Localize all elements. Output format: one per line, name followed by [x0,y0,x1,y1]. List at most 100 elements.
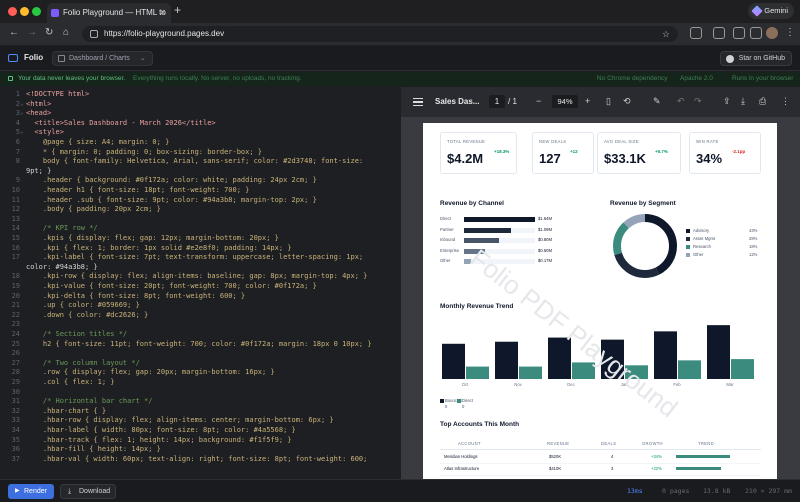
minimize-window-icon[interactable] [20,7,29,16]
bar [601,339,624,379]
hbar-label: Partner [440,226,454,232]
home-icon[interactable]: ⌂ [63,27,69,38]
kpi-delta: +5.7% [655,149,668,154]
fold-chevron-icon[interactable]: ⌄ [20,128,24,135]
browser-tab-bar: Folio Playground — HTML to ✕ + Gemini [0,0,800,23]
code-line: .up { color: #059669; } [26,301,140,310]
browser-menu-icon[interactable]: ⋮ [785,27,795,38]
fold-chevron-icon[interactable]: ⌄ [20,109,24,116]
line-number: 15 [11,234,20,242]
table-cell-revenue: $410K [549,466,562,471]
redo-icon[interactable]: ↷ [694,96,702,107]
line-number: 19 [11,282,20,290]
code-line: <head> [26,109,52,118]
page-number-input[interactable]: 1 [489,95,505,108]
browser-tab[interactable]: Folio Playground — HTML to ✕ [47,3,171,23]
save-icon[interactable]: ⇪ [723,96,731,107]
profile-avatar[interactable] [766,27,778,39]
line-number: 10 [11,186,20,194]
kpi-card: TOTAL REVENUE $4.2M +18.3% [440,132,517,174]
line-number: 34 [11,426,20,434]
table-header: TREND [698,441,714,446]
x-tick-label: Mar [726,382,734,387]
code-line: .hbar-fill { height: 14px; } [26,445,161,454]
cast-icon[interactable] [750,27,762,39]
line-number: 29 [11,378,20,386]
download-button[interactable]: Download [60,484,116,499]
table-cell-account: Meridian Holdings [444,454,478,459]
line-number: 16 [11,243,20,252]
kpi-label: WIN RATE [696,139,719,144]
tab-close-icon[interactable]: ✕ [159,3,166,23]
close-window-icon[interactable] [8,7,17,16]
table-divider [440,475,761,476]
tab-search-icon[interactable] [713,27,725,39]
hbar-fill [464,248,486,254]
privacy-primary: Your data never leaves your browser. [18,75,126,82]
hbar-value: $1.64M [538,216,552,221]
hbar-fill [464,217,535,222]
legend-value: 0 [445,404,448,409]
more-options-icon[interactable]: ⋮ [781,96,790,107]
privacy-badge: No Chrome dependency [597,75,668,82]
star-on-github-button[interactable]: Star on GitHub [719,51,792,66]
code-line: .header .sub { font-size: 9pt; color: #9… [26,195,317,204]
privacy-badge: Runs in your browser [732,75,794,82]
sidebar-toggle-icon[interactable] [413,98,423,106]
zoom-level[interactable]: 94% [552,95,578,108]
reload-icon[interactable]: ↻ [45,27,53,38]
forward-icon[interactable]: → [27,27,37,38]
github-button-label: Star on GitHub [738,55,785,62]
code-line: .kpi-row { display: flex; align-items: b… [26,272,368,281]
extensions-icon[interactable] [690,27,702,39]
line-number: 8 [15,157,20,166]
kpi-delta: -2.1pp [732,149,746,154]
print-icon[interactable]: ⎙ [759,96,766,107]
bookmark-star-icon[interactable]: ☆ [662,26,670,42]
url-field[interactable]: https://folio-playground.pages.dev ☆ [82,26,678,42]
line-number: 31 [11,397,20,406]
legend-label: Direct [462,398,473,403]
bottom-bar: Render Download 13ms 0 pages 13.8 kB 210… [0,479,800,502]
undo-icon[interactable]: ↶ [677,96,685,107]
annotate-icon[interactable]: ✎ [653,96,661,107]
fit-page-icon[interactable]: ▯ [606,96,611,107]
code-line: body { font-family: Helvetica, Arial, sa… [26,157,364,166]
site-info-icon[interactable] [90,30,98,38]
download-icon[interactable]: ⤓ [741,96,745,107]
hbar-track [464,259,535,264]
bar [548,337,571,379]
pdf-viewer[interactable]: TOTAL REVENUE $4.2M +18.3% NEW DEALS 127… [401,117,800,479]
code-line: .header { background: #0f172a; color: wh… [26,176,317,185]
table-header: GROWTH [642,441,663,446]
fold-chevron-icon[interactable]: ⌄ [20,100,24,107]
kpi-label: AVG DEAL SIZE [604,139,639,144]
code-line: .kpi-value { font-size: 20pt; font-weigh… [26,282,317,290]
line-number: 33 [11,416,20,425]
code-editor[interactable]: 1 <!DOCTYPE html> 2 ⌄ <html> 3 ⌄ <head> 4 <title… [0,87,400,479]
rotate-icon[interactable]: ⟲ [623,96,631,107]
section-title: Top Accounts This Month [440,421,520,428]
legend-label: Asset Mgmt [693,236,716,241]
code-line: <!DOCTYPE html> [26,90,90,98]
new-tab-icon[interactable]: + [174,3,181,17]
breadcrumb-selector[interactable]: Dashboard / Charts ⌄ [52,51,153,66]
maximize-window-icon[interactable] [32,7,41,16]
line-number: 2 [15,99,20,108]
zoom-out-icon[interactable]: − [536,96,541,106]
hbar-label: Direct [440,216,451,221]
zoom-in-icon[interactable]: + [585,96,590,106]
legend-pct: 18% [749,244,758,249]
back-icon[interactable]: ← [9,27,19,38]
page-count: 0 pages [662,487,690,495]
downloads-icon[interactable] [733,27,745,39]
render-button[interactable]: Render [8,484,54,499]
bar [625,365,648,379]
hbar-value: $1.09M [538,226,552,232]
x-tick-label: Oct [462,382,469,387]
chevron-down-icon: ⌄ [139,55,146,62]
gemini-button[interactable]: Gemini [748,3,794,19]
render-time: 13ms [627,487,643,495]
kpi-card: AVG DEAL SIZE $33.1K +5.7% [597,132,681,174]
line-number: 17 [11,253,20,262]
